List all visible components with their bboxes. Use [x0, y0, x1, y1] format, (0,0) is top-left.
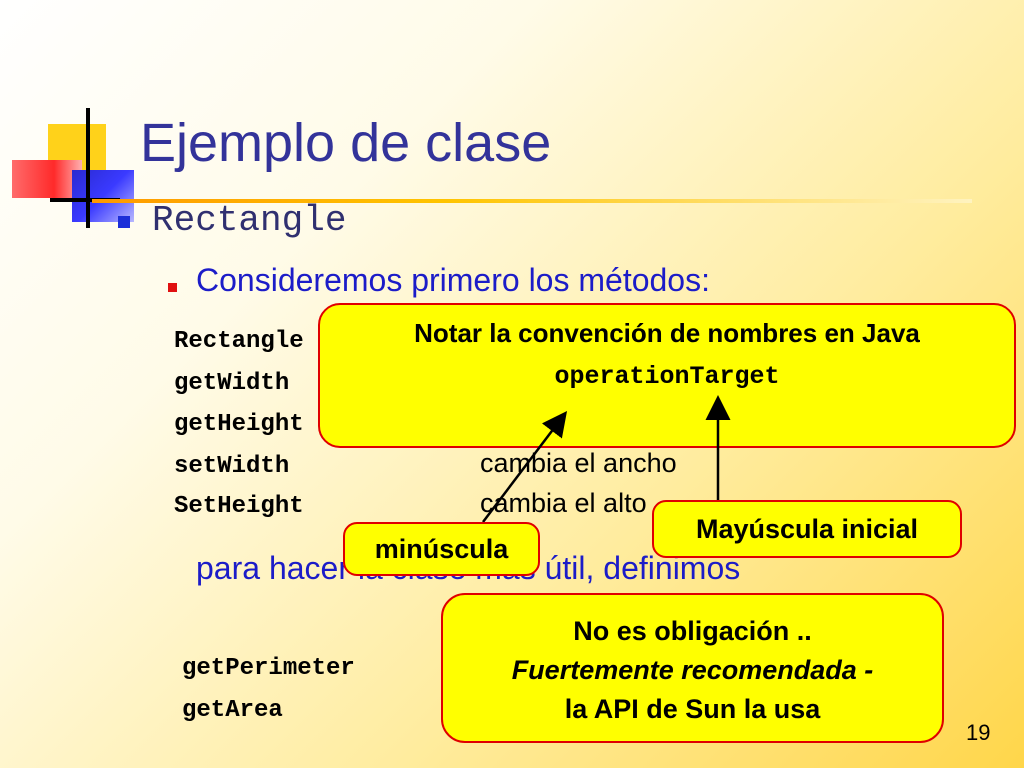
lowercase-callout-text: minúscula — [374, 534, 509, 564]
slide-number: 19 — [966, 720, 991, 745]
uppercase-callout-text: Mayúscula inicial — [695, 514, 919, 544]
recommendation-callout-text: No es obligación .. Fuertemente recomend… — [441, 612, 944, 729]
lowercase-arrow — [482, 411, 568, 523]
recommendation-line3: la API de Sun la usa — [564, 694, 821, 724]
recommendation-line1: No es obligación .. — [573, 616, 812, 646]
recommendation-line2: Fuertemente recomendada - — [511, 655, 874, 685]
